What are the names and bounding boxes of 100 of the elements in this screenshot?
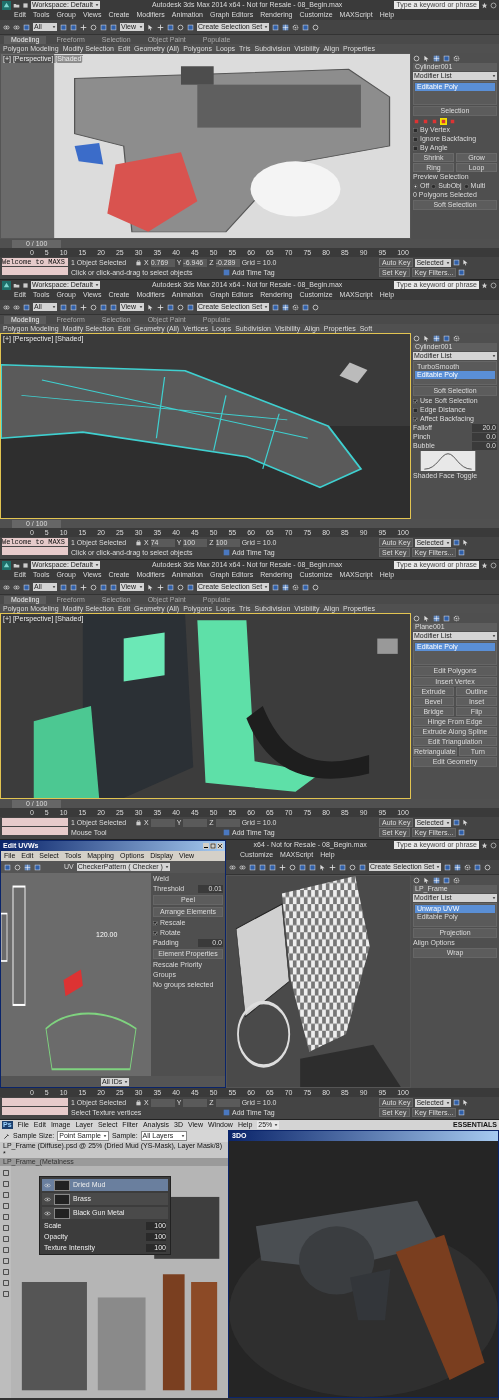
cursor-icon[interactable] xyxy=(423,335,430,342)
listener-field[interactable] xyxy=(2,827,68,835)
grid-icon[interactable] xyxy=(282,23,290,31)
checkbox[interactable] xyxy=(153,930,158,936)
move-icon[interactable] xyxy=(80,583,87,591)
caret-icon xyxy=(124,1079,129,1084)
move-icon[interactable] xyxy=(279,863,286,871)
move-icon[interactable] xyxy=(329,863,336,871)
folder-icon[interactable] xyxy=(13,281,20,289)
caret-icon xyxy=(492,74,496,78)
move-icon[interactable] xyxy=(157,303,164,311)
coordinate-field[interactable] xyxy=(183,818,208,827)
radio-button[interactable] xyxy=(463,183,469,189)
layer-thumbnail xyxy=(54,1207,70,1219)
checkbox[interactable] xyxy=(413,407,418,413)
checkbox[interactable] xyxy=(413,127,418,133)
caret-icon xyxy=(52,585,56,589)
lock-icon[interactable] xyxy=(135,259,142,266)
caret-icon xyxy=(139,25,143,29)
app-logo-icon[interactable] xyxy=(2,280,11,290)
caret-icon xyxy=(139,585,143,589)
subobject-icon[interactable] xyxy=(440,117,447,125)
caret-icon xyxy=(446,260,451,265)
move-icon[interactable] xyxy=(157,583,164,591)
radio-button[interactable] xyxy=(431,183,437,189)
listener-field[interactable] xyxy=(2,547,68,555)
cursor-icon[interactable] xyxy=(423,615,430,622)
caret-icon xyxy=(446,540,451,545)
cursor-icon[interactable] xyxy=(462,259,470,266)
cursor-icon[interactable] xyxy=(462,1099,470,1106)
cursor-icon[interactable] xyxy=(423,877,430,884)
cursor-icon[interactable] xyxy=(462,819,470,826)
minimize-icon[interactable] xyxy=(203,843,209,849)
folder-icon[interactable] xyxy=(13,561,20,569)
grid-icon[interactable] xyxy=(454,863,462,871)
settings-icon[interactable] xyxy=(453,55,460,62)
move-icon[interactable] xyxy=(80,303,87,311)
grid-icon[interactable] xyxy=(433,615,440,622)
settings-icon[interactable] xyxy=(292,23,300,31)
checkbox[interactable] xyxy=(413,416,418,422)
move-icon[interactable] xyxy=(80,23,87,31)
settings-icon[interactable] xyxy=(453,335,460,342)
settings-icon[interactable] xyxy=(292,583,300,591)
caret-icon xyxy=(446,1100,451,1105)
maximize-icon[interactable] xyxy=(210,843,216,849)
grid-icon[interactable] xyxy=(433,55,440,62)
lock-icon[interactable] xyxy=(135,539,142,546)
checkbox[interactable] xyxy=(413,145,418,151)
checkbox[interactable] xyxy=(413,136,418,142)
app-logo-icon[interactable] xyxy=(2,0,11,10)
cursor-icon[interactable] xyxy=(319,863,326,871)
grid-icon[interactable] xyxy=(433,877,440,884)
save-icon[interactable] xyxy=(22,561,29,569)
eye-icon[interactable] xyxy=(44,1196,51,1202)
lock-icon[interactable] xyxy=(135,819,142,826)
grid-icon[interactable] xyxy=(24,863,31,871)
star-icon[interactable] xyxy=(481,841,488,849)
lock-icon[interactable] xyxy=(135,1099,142,1106)
caret-icon xyxy=(492,354,496,358)
caret-icon xyxy=(492,634,496,638)
coordinate-field[interactable] xyxy=(183,1098,208,1107)
eyedropper-icon[interactable] xyxy=(3,1132,10,1140)
cursor-icon[interactable] xyxy=(147,303,154,311)
grid-icon[interactable] xyxy=(282,303,290,311)
cursor-icon[interactable] xyxy=(147,23,154,31)
caret-icon xyxy=(139,305,143,309)
save-icon[interactable] xyxy=(22,1,29,9)
layer-thumbnail xyxy=(54,1179,70,1191)
star-icon[interactable] xyxy=(481,561,488,569)
close-icon[interactable] xyxy=(217,843,223,849)
star-icon[interactable] xyxy=(481,281,488,289)
settings-icon[interactable] xyxy=(292,303,300,311)
app-logo-icon[interactable] xyxy=(2,560,11,570)
grid-icon[interactable] xyxy=(433,335,440,342)
checkbox[interactable] xyxy=(153,920,158,926)
caret-icon xyxy=(52,305,56,309)
listener-field[interactable] xyxy=(2,1107,68,1115)
caret-icon xyxy=(492,896,496,900)
coordinate-field[interactable] xyxy=(150,818,175,827)
grid-icon[interactable] xyxy=(282,583,290,591)
caret-icon xyxy=(52,25,56,29)
settings-icon[interactable] xyxy=(453,615,460,622)
cursor-icon[interactable] xyxy=(147,583,154,591)
layer-thumbnail xyxy=(54,1193,70,1205)
coordinate-field[interactable] xyxy=(150,1098,175,1107)
folder-icon[interactable] xyxy=(13,1,20,9)
coordinate-field[interactable] xyxy=(215,1098,240,1107)
checkbox[interactable] xyxy=(413,398,418,404)
coordinate-field[interactable] xyxy=(215,818,240,827)
listener-field[interactable] xyxy=(2,1098,68,1106)
cursor-icon[interactable] xyxy=(462,539,470,546)
listener-field[interactable] xyxy=(2,818,68,826)
save-icon[interactable] xyxy=(22,281,29,289)
eye-icon[interactable] xyxy=(44,1210,51,1216)
radio-button[interactable] xyxy=(413,183,418,189)
cursor-icon[interactable] xyxy=(423,55,430,62)
star-icon[interactable] xyxy=(481,1,488,9)
move-icon[interactable] xyxy=(157,23,164,31)
listener-field[interactable] xyxy=(2,267,68,275)
caret-icon xyxy=(446,820,451,825)
